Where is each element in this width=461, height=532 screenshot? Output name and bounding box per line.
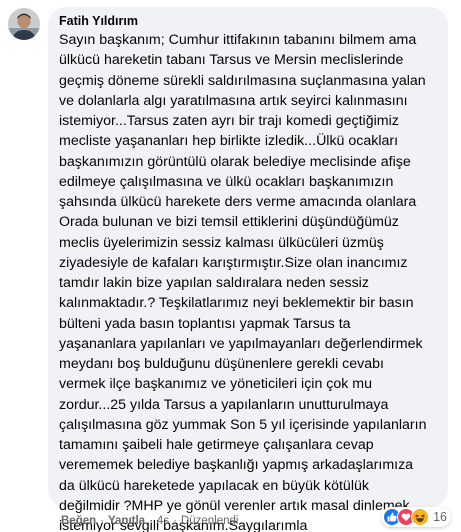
comment-line: çalışılmasına göz yummak Son 5 yıl içeri…	[59, 416, 427, 433]
timestamp[interactable]: 4s	[157, 515, 169, 527]
separator-dot: ·	[100, 515, 104, 527]
comment-line: vermek ilçe başkanımız ve yöneticileri i…	[59, 376, 373, 393]
comment-line: Sayın başkanım; Cumhur ittifakının taban…	[59, 32, 417, 48]
comment-line: ziyadesiyle de kafaları karıştırmıştır.S…	[59, 254, 408, 271]
comment-line: mecliste yaşananları hep birlikte izledi…	[59, 133, 399, 150]
comment-line: bülteni yada basın toplantısı yapmak Tar…	[59, 315, 351, 332]
comment-line: ve dolanlarla algı yaratılmasına artık s…	[59, 92, 408, 109]
avatar[interactable]	[8, 8, 40, 40]
comment-line: başkanımızın görüntülü olarak belediye m…	[59, 153, 411, 170]
comment-line: zordur...25 yılda Tarsus a yapılanların …	[59, 396, 389, 413]
comment-line: kalınmaktadır.? Teşkilatlarımız neyi bek…	[59, 295, 414, 312]
reactions-summary[interactable]: 16	[381, 507, 451, 527]
comment-line: geçmiş döneme sürekli saldırılmasına suç…	[59, 72, 426, 89]
reaction-count: 16	[433, 510, 447, 524]
comment-author[interactable]: Fatih Yıldırım	[59, 13, 438, 29]
comment-bubble: Fatih Yıldırım Sayın başkanım; Cumhur it…	[48, 7, 448, 532]
comment-line: şahsında ülkücü harekete ders verme amac…	[59, 194, 417, 210]
comment-line: verememek belediye başkanlığı yapmış ark…	[59, 457, 414, 474]
comment-line: meclis üyelerimizin sessiz kalması ülküc…	[59, 234, 384, 251]
comment-line: da ülkücü hareketede yapılacak en büyük …	[59, 477, 369, 494]
comment-line: ülkücü hareketin tabanı Tarsus ve Mersin…	[59, 52, 404, 69]
comment-line: istemiyor...Tarsus zaten ayrı bir trajı …	[59, 113, 399, 129]
comment-line: yaşananlara yapılanları ve yapılmayanlar…	[59, 335, 423, 352]
comment-line: meydanı boş bulduğunu düşünenlere gerekl…	[59, 356, 384, 372]
comment-line: edilmeye çalışılmasına ve ülkü ocakları …	[59, 173, 394, 190]
comment-line: tamamını şaibeli hale getirmeye çalışanl…	[59, 437, 374, 453]
reply-button[interactable]: Yanıtla	[108, 515, 145, 527]
comment-line: Orada bulunan ve bizi temsil ettiklerini…	[59, 214, 399, 231]
comment-text: Sayın başkanım; Cumhur ittifakının taban…	[59, 30, 438, 532]
edited-label[interactable]: Düzenlendi	[181, 515, 239, 527]
separator-dot: ·	[149, 515, 153, 527]
separator-dot: ·	[173, 515, 177, 527]
comment-line: tamdır lakin bize yapılan saldıralara ne…	[59, 275, 369, 291]
comment-actions: Beğen · Yanıtla · 4s · Düzenlendi	[61, 513, 238, 529]
like-button[interactable]: Beğen	[61, 515, 96, 527]
haha-icon	[411, 508, 430, 526]
